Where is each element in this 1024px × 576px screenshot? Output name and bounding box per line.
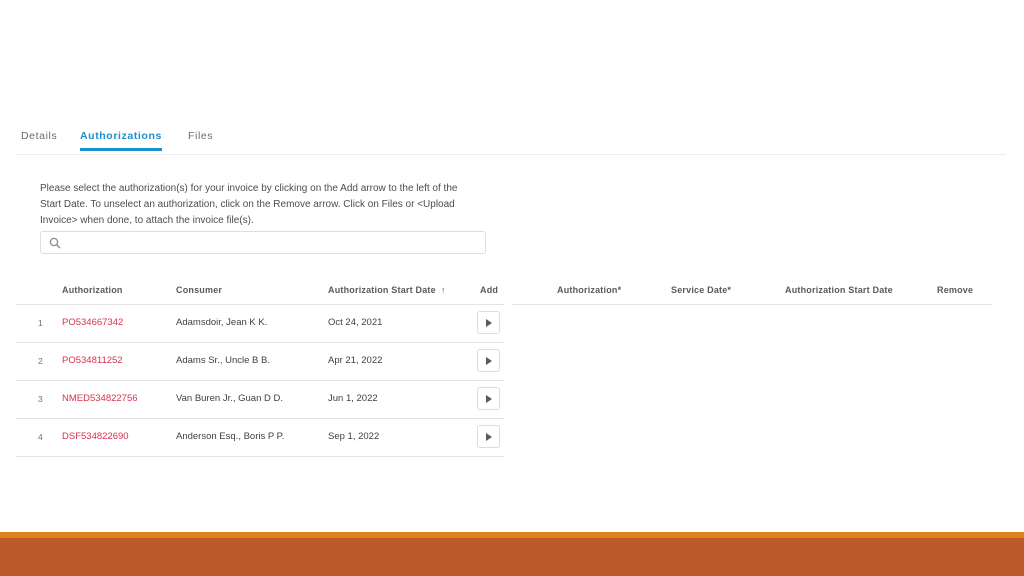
add-button[interactable] [477, 349, 500, 372]
table-header: Authorization* Service Date* Authorizati… [512, 278, 992, 305]
tab-details[interactable]: Details [21, 130, 57, 142]
header-authorization[interactable]: Authorization [62, 285, 123, 295]
play-arrow-icon [486, 319, 492, 327]
table-row: 3 NMED534822756 Van Buren Jr., Guan D D.… [16, 381, 504, 419]
play-arrow-icon [486, 395, 492, 403]
consumer-name: Adamsdoir, Jean K K. [176, 317, 268, 328]
start-date: Oct 24, 2021 [328, 317, 383, 328]
header-service-date-required: Service Date* [671, 285, 732, 295]
authorization-link[interactable]: DSF534822690 [62, 431, 129, 442]
search-input[interactable] [67, 234, 481, 253]
consumer-name: Anderson Esq., Boris P P. [176, 431, 285, 442]
header-start-date: Authorization Start Date [785, 285, 893, 295]
available-authorizations-table: Authorization Consumer Authorization Sta… [16, 278, 504, 457]
start-date: Sep 1, 2022 [328, 431, 380, 442]
header-authorization-required: Authorization* [557, 285, 622, 295]
tab-files[interactable]: Files [188, 130, 213, 142]
instructions-text: Please select the authorization(s) for y… [40, 183, 458, 226]
row-index: 3 [38, 394, 43, 404]
row-index: 4 [38, 432, 43, 442]
add-button[interactable] [477, 311, 500, 334]
selected-authorizations-table: Authorization* Service Date* Authorizati… [512, 278, 992, 305]
tab-bar: Details Authorizations Files [16, 124, 1006, 155]
table-row: 2 PO534811252 Adams Sr., Uncle B B. Apr … [16, 343, 504, 381]
consumer-name: Adams Sr., Uncle B B. [176, 355, 270, 366]
search-box[interactable] [40, 231, 486, 254]
play-arrow-icon [486, 357, 492, 365]
authorization-link[interactable]: PO534667342 [62, 317, 123, 328]
start-date: Apr 21, 2022 [328, 355, 383, 366]
search-icon [49, 237, 61, 249]
table-header: Authorization Consumer Authorization Sta… [16, 278, 504, 305]
row-index: 1 [38, 318, 43, 328]
header-start-date-label: Authorization Start Date [328, 285, 436, 295]
footer-bar [0, 538, 1024, 576]
table-row: 4 DSF534822690 Anderson Esq., Boris P P.… [16, 419, 504, 457]
header-add: Add [480, 285, 499, 295]
tab-authorizations[interactable]: Authorizations [80, 130, 162, 151]
row-index: 2 [38, 356, 43, 366]
sort-ascending-icon: ↑ [440, 285, 446, 295]
consumer-name: Van Buren Jr., Guan D D. [176, 393, 284, 404]
authorization-link[interactable]: PO534811252 [62, 355, 123, 366]
table-row: 1 PO534667342 Adamsdoir, Jean K K. Oct 2… [16, 305, 504, 343]
authorization-link[interactable]: NMED534822756 [62, 393, 138, 404]
header-remove: Remove [937, 285, 974, 295]
play-arrow-icon [486, 433, 492, 441]
add-button[interactable] [477, 387, 500, 410]
add-button[interactable] [477, 425, 500, 448]
start-date: Jun 1, 2022 [328, 393, 378, 404]
header-consumer[interactable]: Consumer [176, 285, 222, 295]
header-start-date[interactable]: Authorization Start Date ↑ [328, 285, 446, 295]
